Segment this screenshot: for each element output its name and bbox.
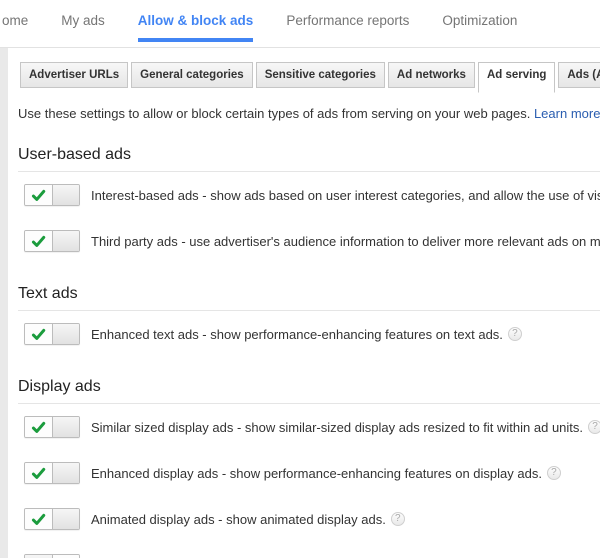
tab-label: Ad networks (397, 69, 466, 81)
row-label: Animated display ads - show animated dis… (91, 512, 386, 527)
ad-setting-row: Interest-based ads - show ads based on u… (24, 172, 600, 218)
allow-block-toggle[interactable] (24, 462, 80, 484)
learn-more-link[interactable]: Learn more (534, 106, 600, 121)
nav-item[interactable]: Allow & block ads (138, 0, 254, 47)
allow-segment[interactable] (25, 324, 53, 344)
settings-section: User-based ads Interest-based ads - show… (18, 125, 600, 264)
check-icon (31, 327, 46, 342)
tab-bar: Advertiser URLs General categories Sensi… (8, 48, 600, 88)
ad-setting-row: Third party ads - use advertiser's audie… (24, 218, 600, 264)
nav-item-label: Allow & block ads (138, 13, 254, 28)
tab[interactable]: Ad serving (478, 62, 555, 93)
ad-setting-row: Enhanced display ads - show performance-… (24, 450, 600, 496)
row-label: Similar sized display ads - show similar… (91, 420, 583, 435)
nav-item-label: ome (2, 13, 28, 28)
nav-item-label: Optimization (442, 13, 517, 28)
ad-setting-row: Animated display ads - show animated dis… (24, 496, 600, 542)
tab[interactable]: Advertiser URLs (20, 62, 128, 88)
tab-label: General categories (140, 69, 244, 81)
check-icon (31, 420, 46, 435)
check-icon (31, 188, 46, 203)
settings-section: Text ads Enhanced text ads - show perfor… (18, 264, 600, 357)
tab[interactable]: General categories (131, 62, 253, 88)
intro-text: Use these settings to allow or block cer… (8, 88, 600, 125)
tab-label: Ad serving (487, 69, 546, 81)
help-icon[interactable]: ? (508, 327, 522, 341)
tab[interactable]: Ads (Ad review cente (558, 62, 600, 88)
tab[interactable]: Sensitive categories (256, 62, 385, 88)
help-icon[interactable]: ? (547, 466, 561, 480)
main-panel: Advertiser URLs General categories Sensi… (0, 47, 600, 558)
allow-segment[interactable] (25, 463, 53, 483)
top-navigation: ome My ads Allow & block ads Performance… (0, 0, 600, 47)
help-icon[interactable]: ? (588, 420, 600, 434)
ad-setting-row: Similar sized display ads - show similar… (24, 404, 600, 450)
block-segment[interactable] (53, 231, 80, 251)
nav-item-label: My ads (61, 13, 105, 28)
ad-setting-row: Enhanced text ads - show performance-enh… (24, 311, 600, 357)
check-icon (31, 234, 46, 249)
section-rows: Interest-based ads - show ads based on u… (18, 172, 600, 264)
allow-block-toggle[interactable] (24, 323, 80, 345)
tab-label: Ads (Ad review cente (567, 69, 600, 81)
block-segment[interactable] (53, 324, 80, 344)
allow-segment[interactable] (25, 417, 53, 437)
allow-block-toggle[interactable] (24, 416, 80, 438)
row-label: Enhanced text ads - show performance-enh… (91, 327, 503, 342)
allow-segment[interactable] (25, 231, 53, 251)
section-rows: Enhanced text ads - show performance-enh… (18, 311, 600, 357)
section-title: Text ads (18, 264, 600, 311)
allow-segment[interactable] (25, 509, 53, 529)
allow-block-toggle[interactable] (24, 554, 80, 558)
block-segment[interactable] (53, 185, 80, 205)
tab-label: Advertiser URLs (29, 69, 119, 81)
nav-item[interactable]: My ads (61, 0, 105, 47)
section-rows: Similar sized display ads - show similar… (18, 404, 600, 558)
row-label: Interest-based ads - show ads based on u… (91, 188, 600, 203)
block-segment[interactable] (53, 509, 80, 529)
sections: User-based ads Interest-based ads - show… (8, 125, 600, 558)
nav-item[interactable]: Performance reports (286, 0, 409, 47)
nav-item[interactable]: Optimization (442, 0, 517, 47)
row-label: Third party ads - use advertiser's audie… (91, 234, 600, 249)
settings-section: Display ads Similar sized display ads - … (18, 357, 600, 558)
left-gutter (0, 48, 8, 558)
section-title: User-based ads (18, 125, 600, 172)
row-label: Enhanced display ads - show performance-… (91, 466, 542, 481)
section-title: Display ads (18, 357, 600, 404)
tab[interactable]: Ad networks (388, 62, 475, 88)
content-area: Advertiser URLs General categories Sensi… (8, 48, 600, 558)
help-icon[interactable]: ? (391, 512, 405, 526)
nav-item[interactable]: ome (2, 0, 28, 47)
tab-label: Sensitive categories (265, 69, 376, 81)
ad-setting-row: Expandable ads - show ads that expand be… (24, 542, 600, 558)
intro-text-body: Use these settings to allow or block cer… (18, 106, 530, 121)
block-segment[interactable] (53, 417, 80, 437)
allow-segment[interactable] (25, 185, 53, 205)
allow-block-toggle[interactable] (24, 184, 80, 206)
nav-item-label: Performance reports (286, 13, 409, 28)
check-icon (31, 466, 46, 481)
allow-block-toggle[interactable] (24, 230, 80, 252)
block-segment[interactable] (53, 463, 80, 483)
allow-block-toggle[interactable] (24, 508, 80, 530)
check-icon (31, 512, 46, 527)
